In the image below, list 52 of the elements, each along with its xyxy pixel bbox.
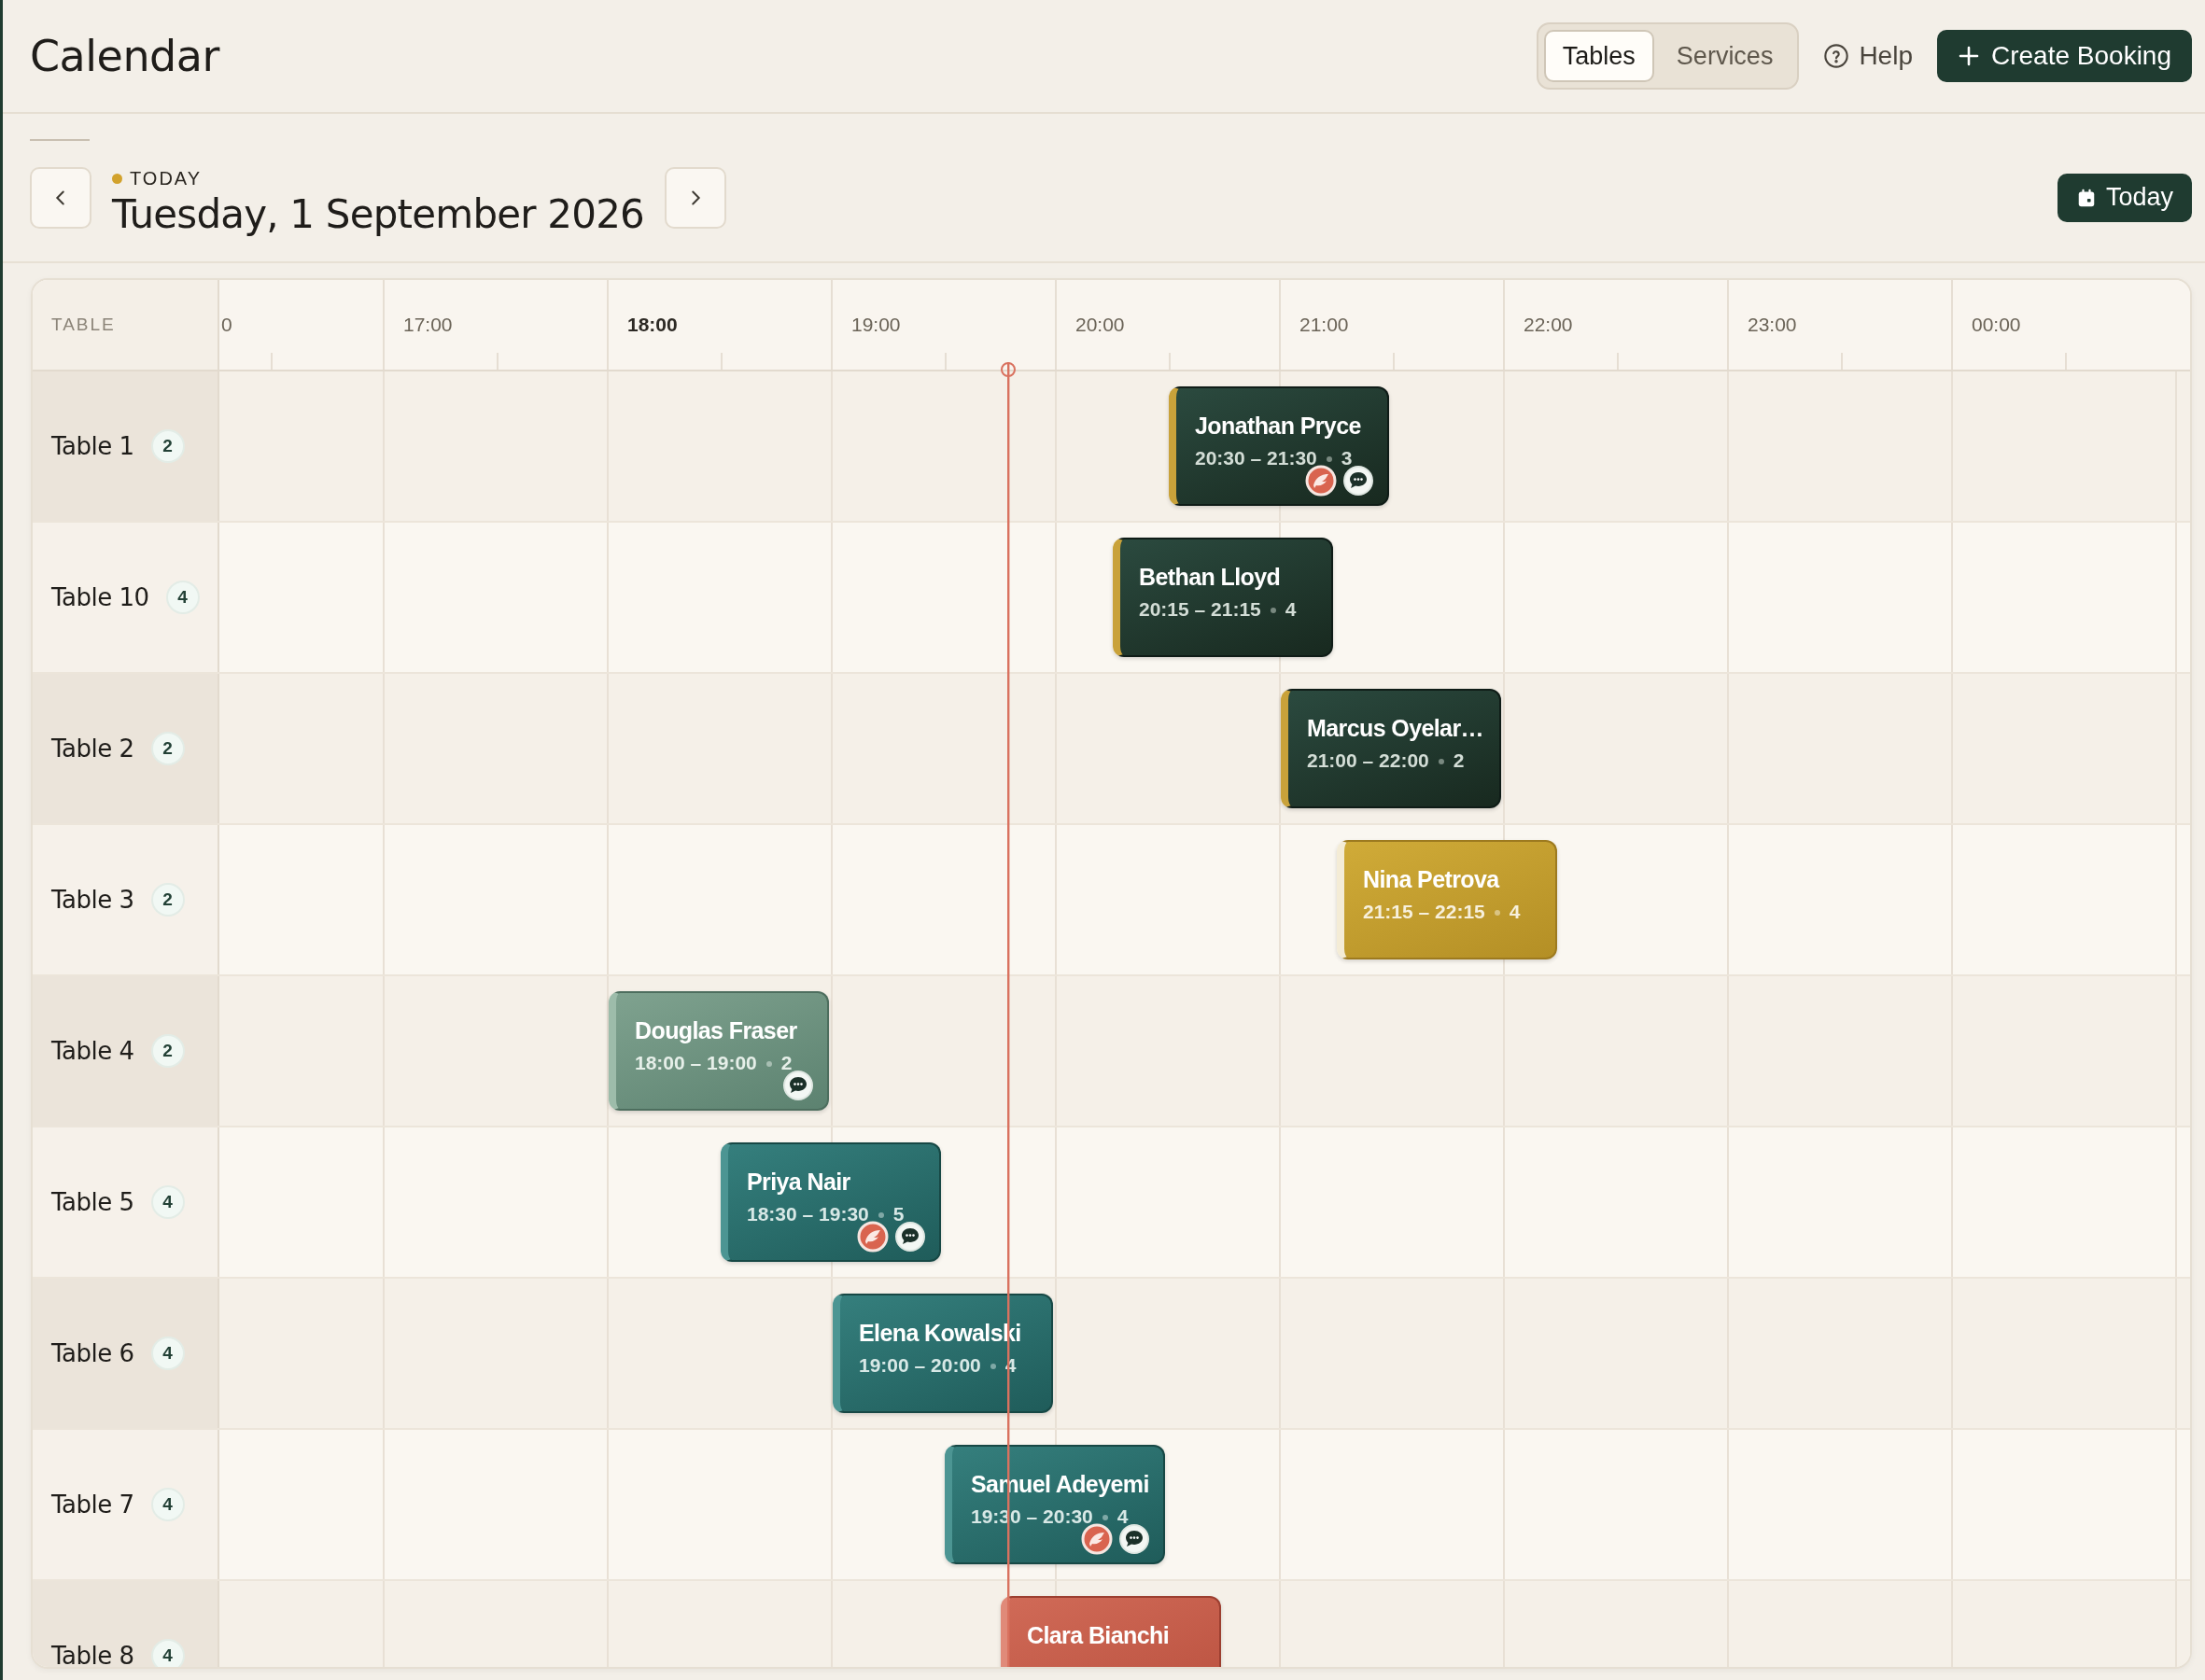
table-name: Table 8: [51, 1642, 134, 1667]
table-name: Table 1: [51, 432, 134, 460]
hour-label: 0: [221, 314, 232, 336]
hour-label: 18:00: [627, 314, 678, 336]
today-button[interactable]: Today: [2057, 173, 2192, 222]
help-button[interactable]: Help: [1823, 41, 1913, 71]
create-booking-button[interactable]: Create Booking: [1937, 30, 2192, 82]
hour-label: 19:00: [851, 314, 901, 336]
seat-count: 4: [150, 1337, 185, 1370]
hour-label: 20:00: [1075, 314, 1125, 336]
table-name: Table 6: [51, 1339, 134, 1367]
view-tab[interactable]: Tables: [1543, 30, 1654, 82]
booking-card[interactable]: Marcus Oyelar… 21:00 – 22:00 2: [1281, 689, 1501, 808]
booking-card[interactable]: Jonathan Pryce 20:30 – 21:30 3: [1169, 386, 1389, 506]
hour-label: 17:00: [403, 314, 453, 336]
help-icon: [1823, 43, 1850, 69]
table-name: Table 10: [51, 583, 149, 611]
booking-card[interactable]: Clara Bianchi: [1001, 1596, 1221, 1667]
chat-icon: [782, 1070, 814, 1101]
plus-icon: [1958, 45, 1980, 67]
chat-icon: [1342, 465, 1374, 497]
seat-count: 2: [150, 1034, 185, 1068]
table-name: Table 2: [51, 735, 134, 763]
hour-label: 00:00: [1972, 314, 2021, 336]
seat-count: 4: [150, 1185, 185, 1219]
today-badge: TODAY: [112, 167, 645, 189]
leaf-icon: [1081, 1523, 1113, 1555]
seat-count: 2: [150, 883, 185, 917]
table-name: Table 3: [51, 886, 134, 914]
chat-icon: [894, 1221, 926, 1253]
hour-label: 21:00: [1299, 314, 1349, 336]
seat-count: 2: [150, 429, 185, 463]
table-name: Table 4: [51, 1037, 134, 1065]
seat-count: 2: [150, 732, 185, 765]
leaf-icon: [1305, 465, 1337, 497]
hour-label: 23:00: [1748, 314, 1797, 336]
seat-count: 4: [150, 1488, 185, 1521]
current-date: Tuesday, 1 September 2026: [112, 190, 645, 237]
booking-card[interactable]: Bethan Lloyd 20:15 – 21:15 4: [1113, 538, 1333, 657]
table-name: Table 7: [51, 1491, 134, 1519]
view-tab[interactable]: Services: [1657, 30, 1792, 82]
seat-count: 4: [165, 581, 200, 614]
chat-icon: [1118, 1523, 1150, 1555]
next-day-button[interactable]: [665, 166, 727, 229]
page-title: Calendar: [30, 31, 219, 81]
previous-day-button[interactable]: [30, 166, 91, 229]
table-name: Table 5: [51, 1188, 134, 1216]
hour-label: 22:00: [1524, 314, 1573, 336]
leaf-icon: [857, 1221, 889, 1253]
seat-count: 4: [150, 1639, 185, 1667]
column-header: TABLE: [33, 280, 219, 370]
booking-card[interactable]: Priya Nair 18:30 – 19:30 5: [721, 1142, 941, 1262]
